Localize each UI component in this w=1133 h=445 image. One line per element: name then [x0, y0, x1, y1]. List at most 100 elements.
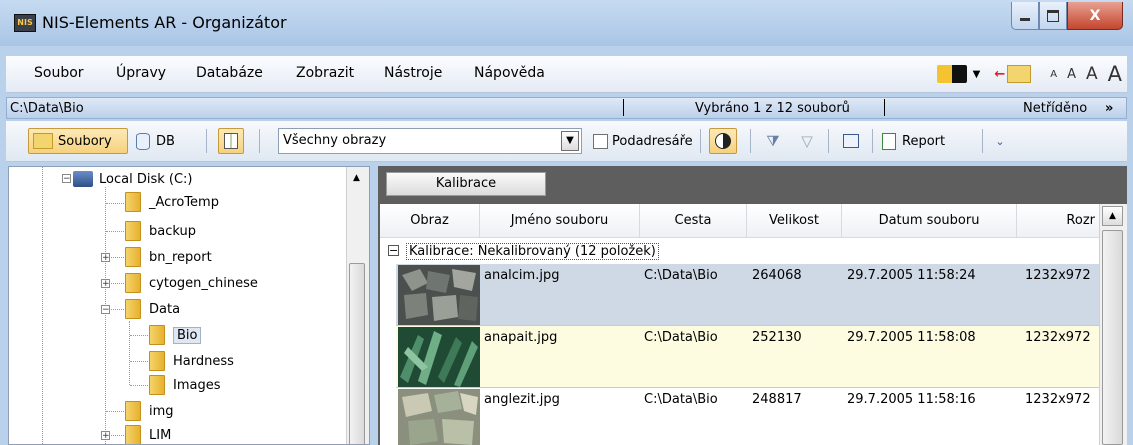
file-path: C:\Data\Bio: [644, 268, 718, 283]
tree-line: [106, 411, 124, 412]
font-size-l-button[interactable]: A: [1108, 62, 1122, 86]
menu-napoveda[interactable]: Nápověda: [474, 65, 545, 81]
scroll-up-icon[interactable]: ▲: [1102, 206, 1123, 226]
hard-drive-icon: [73, 171, 93, 187]
folder-icon[interactable]: [1007, 65, 1032, 83]
chevron-down-icon[interactable]: ▼: [561, 131, 579, 151]
tree-item-label: cytogen_chinese: [149, 275, 258, 291]
column-header-name[interactable]: Jméno souboru: [480, 204, 640, 238]
path-bar: C:\Data\Bio Vybráno 1 z 12 souborů Netří…: [6, 97, 1127, 119]
panel-icon: [224, 133, 238, 149]
file-size: 252130: [752, 330, 802, 345]
column-header-resolution[interactable]: Rozr: [1017, 204, 1100, 238]
files-tab-button[interactable]: Soubory: [28, 128, 128, 154]
collapse-icon[interactable]: −: [62, 174, 71, 184]
folder-icon: [33, 133, 53, 149]
toolbar-overflow-button[interactable]: ⌄: [990, 128, 1010, 154]
file-path: C:\Data\Bio: [644, 330, 718, 345]
image-filter-value: Všechny obrazy: [283, 133, 387, 148]
app-window: NIS NIS-Elements AR - Organizátor X Soub…: [0, 0, 1133, 445]
toolbar: Soubory DB Všechny obrazy ▼ Podadresáře …: [6, 121, 1127, 162]
subfolders-label: Podadresáře: [612, 133, 693, 149]
back-arrow-icon[interactable]: ←: [994, 67, 1005, 82]
contrast-button[interactable]: [709, 128, 737, 154]
menu-zobrazit[interactable]: Zobrazit: [296, 65, 354, 81]
chevron-down-icon[interactable]: ▼: [973, 69, 981, 80]
tree-line: [130, 385, 148, 386]
tree-item-label: Bio: [173, 326, 202, 344]
toolbar-separator: [700, 129, 701, 153]
column-header-path[interactable]: Cesta: [640, 204, 747, 238]
font-size-m-button[interactable]: A: [1086, 64, 1098, 84]
report-button[interactable]: Report: [882, 128, 974, 154]
tree-item-local-disk[interactable]: Local Disk (C:): [73, 168, 192, 190]
db-tab-button[interactable]: DB: [136, 128, 196, 154]
scroll-up-icon[interactable]: ▲: [353, 173, 360, 183]
database-icon: [136, 132, 150, 150]
kalibrace-tab[interactable]: Kalibrace: [386, 172, 546, 196]
menu-bar-tools: ▼ ← A A A A: [936, 60, 1127, 88]
column-header-size[interactable]: Velikost: [747, 204, 842, 238]
minimize-button[interactable]: [1011, 2, 1039, 30]
edit-filter-button[interactable]: ⧩: [760, 128, 786, 154]
path-divider: [623, 99, 624, 116]
window-controls: X: [1011, 2, 1123, 30]
panel-toggle-button[interactable]: [218, 128, 244, 154]
image-filter-select[interactable]: Všechny obrazy ▼: [278, 128, 582, 154]
collapse-icon[interactable]: −: [101, 305, 110, 315]
font-size-s-button[interactable]: A: [1067, 67, 1076, 82]
tree-scroll-thumb[interactable]: [349, 263, 365, 444]
current-path: C:\Data\Bio: [10, 101, 84, 116]
menu-upravy[interactable]: Úpravy: [116, 65, 166, 81]
tree-item-images[interactable]: Images: [149, 374, 221, 396]
menu-databaze[interactable]: Databáze: [196, 65, 263, 81]
table-row[interactable]: analcim.jpg C:\Data\Bio 264068 29.7.2005…: [396, 264, 1100, 326]
tree-item-cytogen-chinese[interactable]: cytogen_chinese: [125, 272, 258, 294]
close-button[interactable]: X: [1067, 2, 1123, 30]
tree-item-img[interactable]: img: [125, 400, 174, 422]
column-header-obraz[interactable]: Obraz: [380, 204, 480, 238]
menu-soubor[interactable]: Soubor: [34, 65, 84, 81]
folder-icon: [149, 351, 165, 371]
tree-item-backup[interactable]: backup: [125, 220, 196, 242]
tree-line: [106, 231, 124, 232]
menu-nastroje[interactable]: Nástroje: [384, 65, 442, 81]
expand-icon[interactable]: +: [101, 431, 110, 441]
expand-icon[interactable]: +: [101, 253, 110, 263]
tree-line: [130, 361, 148, 362]
file-resolution: 1232x972: [1025, 330, 1091, 345]
color-scheme-icon[interactable]: [936, 65, 967, 83]
subfolders-checkbox[interactable]: [593, 134, 608, 149]
filter-button[interactable]: ▽: [794, 128, 820, 154]
grid-scrollbar[interactable]: ▲: [1099, 204, 1127, 445]
grid-scroll-thumb[interactable]: [1102, 230, 1123, 445]
contrast-icon: [715, 133, 731, 149]
table-row[interactable]: anapait.jpg C:\Data\Bio 252130 29.7.2005…: [396, 326, 1100, 388]
tree-scrollbar[interactable]: ▲: [346, 167, 369, 444]
folder-icon: [149, 375, 165, 395]
expand-icon[interactable]: +: [101, 279, 110, 289]
preview-button[interactable]: [838, 128, 864, 154]
tree-item-label: Hardness: [173, 353, 234, 369]
font-size-xs-button[interactable]: A: [1050, 69, 1057, 80]
tree-item-hardness[interactable]: Hardness: [149, 350, 234, 372]
tree-item-label: _AcroTemp: [149, 194, 219, 210]
tree-item-bio[interactable]: Bio: [149, 324, 202, 346]
tree-item-acrotemp[interactable]: _AcroTemp: [125, 191, 219, 213]
more-button[interactable]: »: [1105, 101, 1113, 116]
tree-item-label: bn_report: [149, 249, 212, 265]
collapse-icon[interactable]: −: [388, 245, 399, 256]
table-row[interactable]: anglezit.jpg C:\Data\Bio 248817 29.7.200…: [396, 388, 1100, 445]
tree-item-bn-report[interactable]: bn_report: [125, 246, 212, 268]
group-header-row[interactable]: − Kalibrace: Nekalibrovaný (12 položek): [380, 238, 1100, 264]
maximize-button[interactable]: [1039, 2, 1067, 30]
maximize-icon: [1047, 9, 1059, 22]
column-header-date[interactable]: Datum souboru: [842, 204, 1017, 238]
filter-icon: ▽: [801, 132, 813, 150]
title-bar[interactable]: NIS NIS-Elements AR - Organizátor X: [0, 0, 1133, 46]
tree-item-data[interactable]: Data: [125, 298, 180, 320]
toolbar-separator: [872, 129, 873, 153]
tree-item-lim[interactable]: LIM: [125, 424, 171, 444]
app-icon: NIS: [14, 14, 36, 32]
sort-status[interactable]: Netříděno: [1023, 101, 1087, 116]
